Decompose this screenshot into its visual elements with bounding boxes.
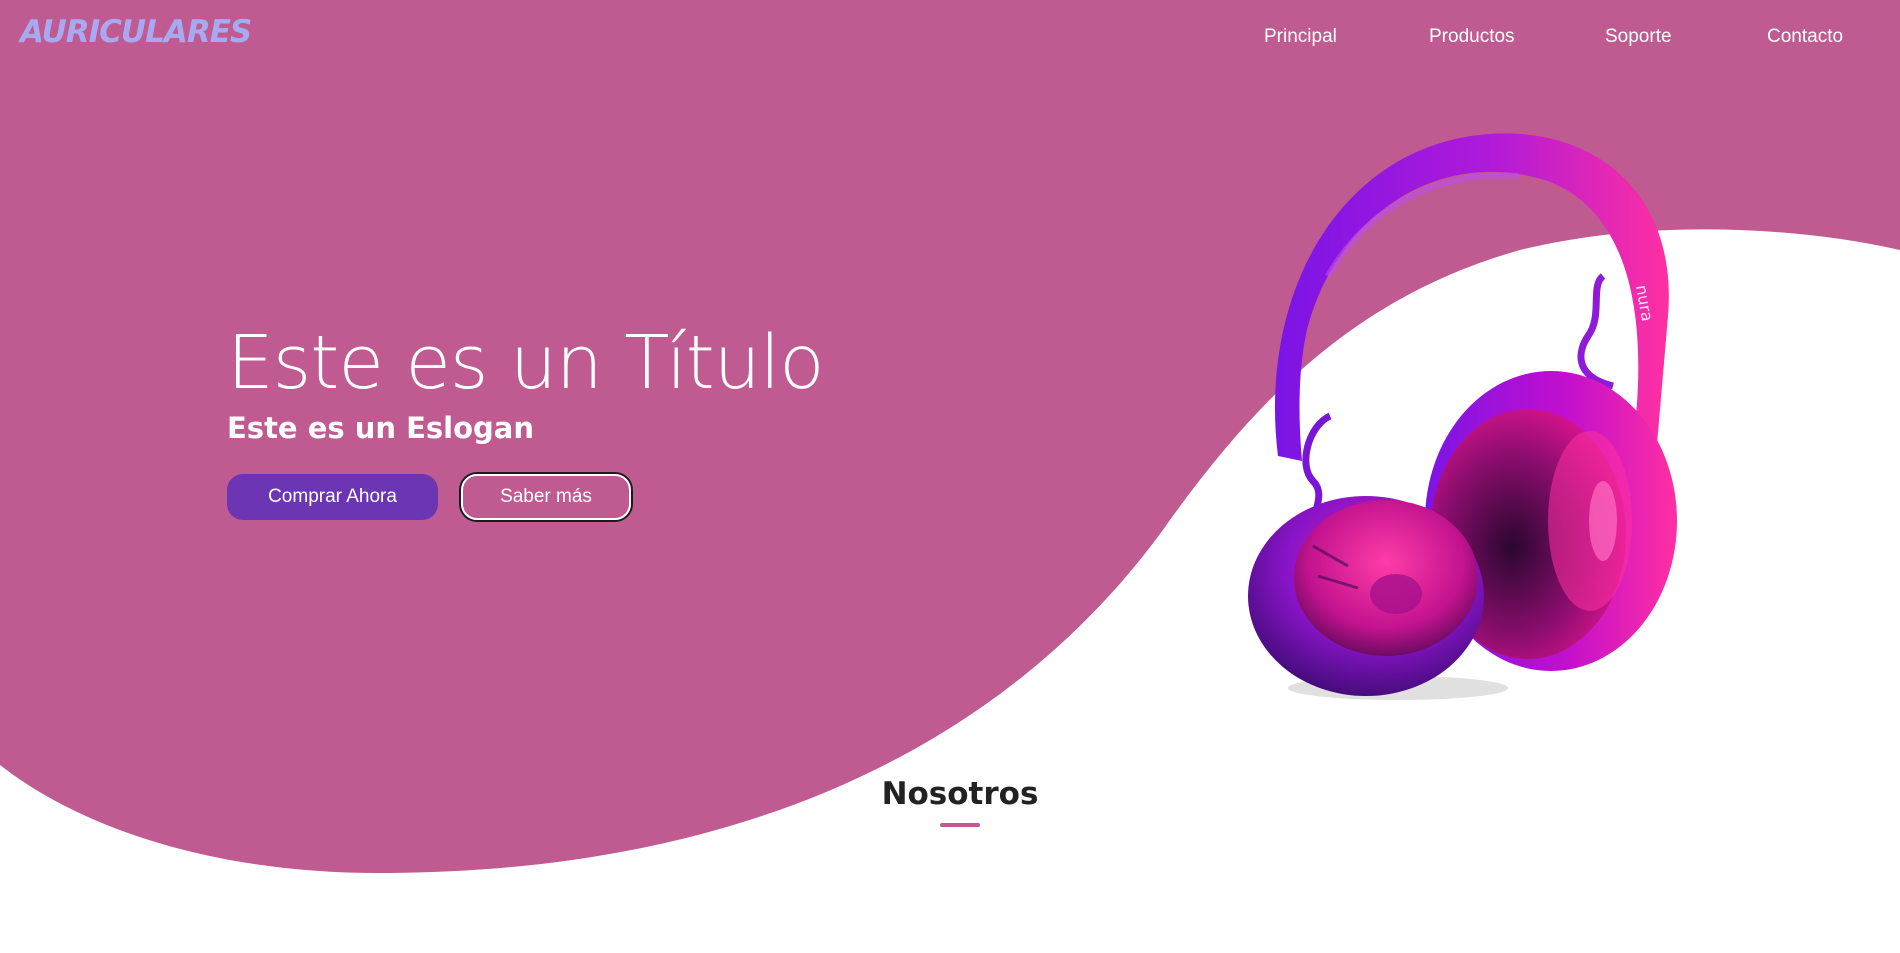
hero-title: Este es un Título [227,320,825,406]
buy-now-button[interactable]: Comprar Ahora [227,474,438,520]
nav-link-principal[interactable]: Principal [1264,26,1337,48]
about-section-title: Nosotros [881,776,1039,812]
section-underline [940,823,980,827]
nav-link-productos[interactable]: Productos [1429,26,1515,48]
main-nav: Principal Productos Soporte Contacto [1240,26,1900,50]
nav-link-soporte[interactable]: Soporte [1605,26,1672,48]
hero-section: Este es un Título Este es un Eslogan Com… [227,318,927,522]
hero-slogan: Este es un Eslogan [227,411,535,445]
hero-button-group: Comprar Ahora Saber más [227,474,927,522]
nav-link-contacto[interactable]: Contacto [1767,26,1843,48]
learn-more-button[interactable]: Saber más [461,474,631,520]
site-logo[interactable]: AURICULARES [20,14,252,50]
headphones-icon: nura [1248,133,1677,700]
